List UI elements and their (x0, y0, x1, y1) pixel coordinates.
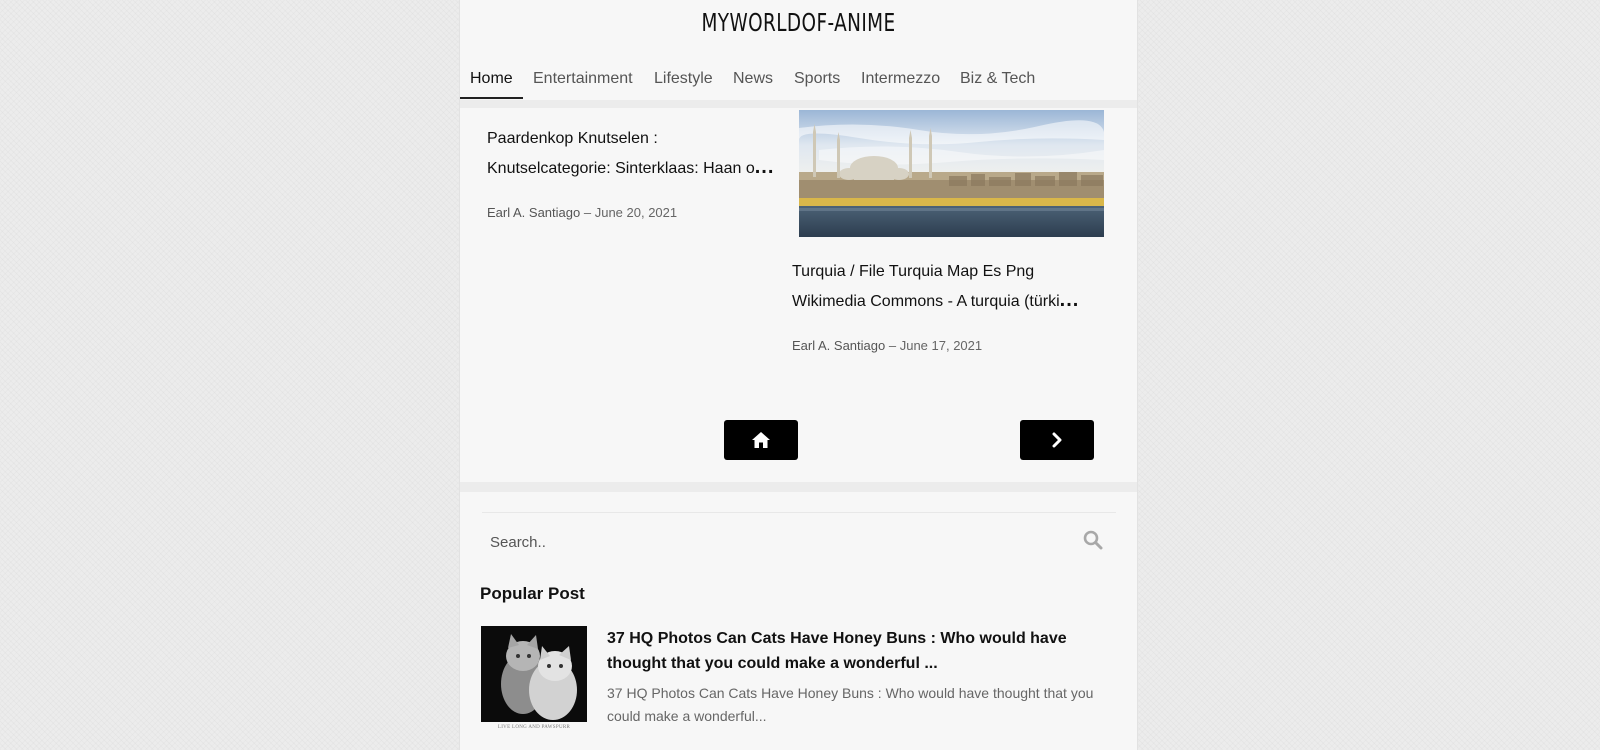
post-title-line[interactable]: Knutselcategorie: Sinterklaas: Haan o (487, 154, 755, 184)
date-separator: – (583, 205, 592, 220)
site-title[interactable]: MYWORLDOF-ANIME (521, 8, 1076, 37)
nav-item-lifestyle[interactable]: Lifestyle (654, 70, 713, 88)
nav-item-home[interactable]: Home (470, 70, 513, 88)
main-nav: Home Entertainment Lifestyle News Sports… (460, 62, 1137, 100)
ellipsis: ... (1059, 289, 1080, 311)
divider (460, 100, 1137, 108)
chevron-right-icon (1052, 432, 1062, 448)
post-meta: Earl A. Santiago – June 17, 2021 (792, 338, 982, 353)
post-title-line[interactable]: Turquia / File Turquia Map Es Png (792, 257, 1092, 287)
date-separator: – (888, 338, 897, 353)
thumb-caption: LIVE LONG AND PAWSPURR (497, 725, 571, 730)
post-title-line[interactable]: Wikimedia Commons - A turquia (türki (792, 287, 1060, 317)
istanbul-skyline-image (799, 110, 1104, 237)
popular-post-title[interactable]: 37 HQ Photos Can Cats Have Honey Buns : … (607, 626, 1107, 676)
nav-item-biz-tech[interactable]: Biz & Tech (960, 70, 1035, 88)
post-author[interactable]: Earl A. Santiago (792, 338, 885, 353)
home-button[interactable] (724, 420, 798, 460)
post-date: June 20, 2021 (594, 205, 678, 220)
post-title[interactable]: Paardenkop Knutselen : Knutselcategorie:… (487, 124, 792, 184)
nav-item-news[interactable]: News (733, 70, 773, 88)
popular-post-excerpt: 37 HQ Photos Can Cats Have Honey Buns : … (607, 685, 1094, 724)
post-author[interactable]: Earl A. Santiago (487, 205, 580, 220)
search-input[interactable] (490, 527, 1050, 557)
nav-item-sports[interactable]: Sports (794, 70, 840, 88)
ellipsis: ... (754, 156, 775, 178)
popular-post-heading: Popular Post (480, 584, 585, 603)
page-container: MYWORLDOF-ANIME Home Entertainment Lifes… (459, 0, 1138, 750)
search-icon[interactable] (1083, 530, 1105, 552)
popular-post-thumbnail[interactable]: LIVE LONG AND PAWSPURR (481, 626, 587, 736)
nav-item-entertainment[interactable]: Entertainment (533, 70, 633, 88)
divider (460, 482, 1137, 492)
post-date: June 17, 2021 (899, 338, 983, 353)
search-form (482, 512, 1116, 564)
kittens-image (481, 626, 587, 736)
nav-item-intermezzo[interactable]: Intermezzo (861, 70, 940, 88)
nav-active-underline (460, 97, 523, 99)
post-meta: Earl A. Santiago – June 20, 2021 (487, 205, 677, 220)
post-title[interactable]: Turquia / File Turquia Map Es Png Wikime… (792, 257, 1092, 317)
post-thumbnail[interactable] (799, 110, 1104, 237)
next-page-button[interactable] (1020, 420, 1094, 460)
post-title-line[interactable]: Paardenkop Knutselen : (487, 124, 792, 154)
home-icon (752, 432, 770, 448)
